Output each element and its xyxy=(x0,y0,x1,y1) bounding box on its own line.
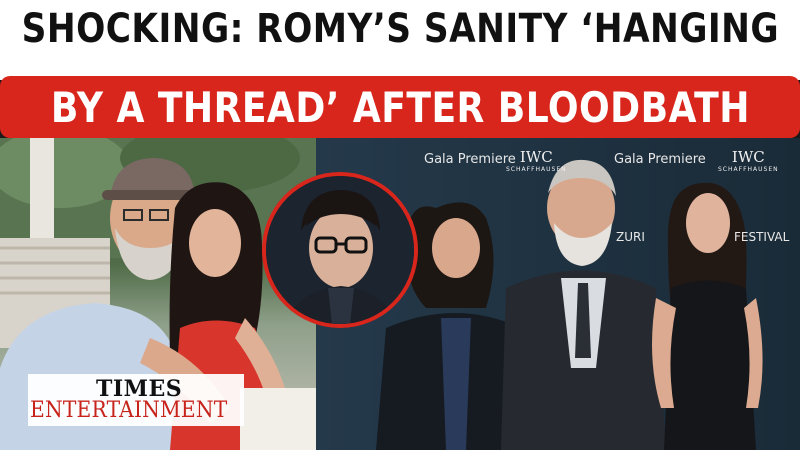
headline-top: SHOCKING: ROMY’S SANITY ‘HANGING xyxy=(0,0,800,80)
zurich-fragment: ZURI xyxy=(616,230,645,244)
logo-entertainment-text: ENTERTAINMENT xyxy=(30,398,228,423)
gala-premiere-text-right: Gala Premiere xyxy=(614,152,706,167)
inset-portrait-scene xyxy=(266,176,414,324)
iwc-logo-right: IWC SCHAFFHAUSEN xyxy=(718,150,779,173)
headline-band: BY A THREAD’ AFTER BLOODBATH xyxy=(0,76,800,138)
thumbnail: Gala Premiere IWC SCHAFFHAUSEN Gala Prem… xyxy=(0,0,800,450)
iwc-logo-left: IWC SCHAFFHAUSEN xyxy=(506,150,567,173)
headline-line-1: SHOCKING: ROMY’S SANITY ‘HANGING xyxy=(21,6,779,52)
iwc-sub-left: SCHAFFHAUSEN xyxy=(506,166,567,173)
times-entertainment-logo: TIMES ENTERTAINMENT xyxy=(28,374,244,426)
iwc-brand-left: IWC xyxy=(519,148,553,166)
iwc-brand-right: IWC xyxy=(731,148,765,166)
inset-portrait xyxy=(262,172,418,328)
festival-fragment: FESTIVAL xyxy=(734,230,790,244)
gala-premiere-text-left: Gala Premiere xyxy=(424,152,516,167)
headline-line-2: BY A THREAD’ AFTER BLOODBATH xyxy=(50,82,750,132)
iwc-sub-right: SCHAFFHAUSEN xyxy=(718,166,779,173)
